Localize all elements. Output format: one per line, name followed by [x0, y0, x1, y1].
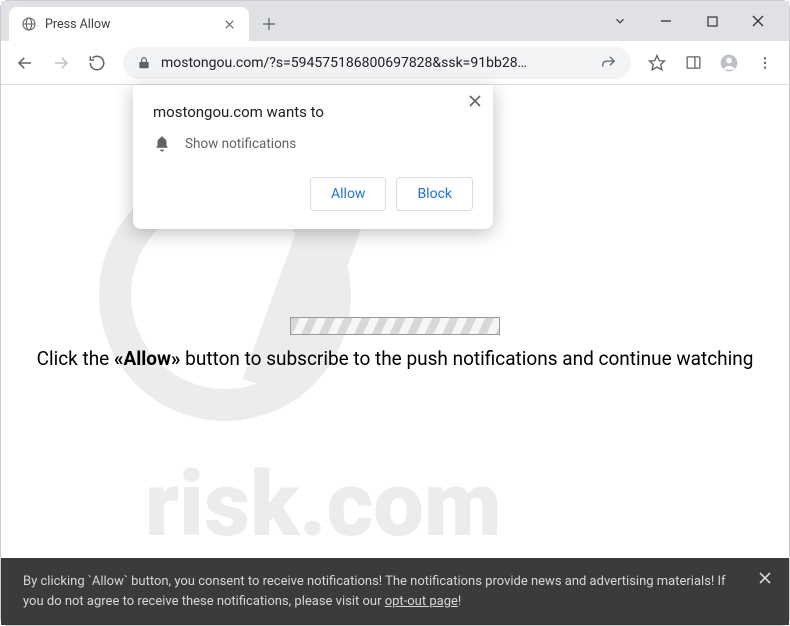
consent-text: By clicking `Allow` button, you consent … [23, 574, 726, 609]
consent-text-2: ! [458, 594, 461, 609]
window-dropdown-button[interactable] [597, 5, 643, 37]
lock-icon [137, 56, 151, 70]
bookmark-button[interactable] [641, 47, 673, 79]
new-tab-button[interactable] [255, 10, 283, 38]
block-button[interactable]: Block [396, 177, 473, 211]
svg-text:risk.com: risk.com [145, 452, 501, 555]
browser-toolbar: mostongou.com/?s=594575186800697828&ssk=… [1, 41, 789, 85]
share-icon[interactable] [600, 54, 617, 71]
main-message: Click the «Allow» button to subscribe to… [1, 347, 789, 371]
profile-button[interactable] [713, 47, 745, 79]
reload-button[interactable] [81, 47, 113, 79]
window-minimize-button[interactable] [643, 5, 689, 37]
permission-row: Show notifications [153, 135, 473, 153]
tab-title: Press Allow [45, 17, 213, 32]
permission-dialog: mostongou.com wants to Show notification… [133, 85, 493, 229]
side-panel-button[interactable] [677, 47, 709, 79]
permission-close-button[interactable] [469, 95, 481, 107]
browser-tab[interactable]: Press Allow [9, 7, 249, 41]
msg-suffix: button to subscribe to the push notifica… [180, 347, 753, 370]
globe-icon [21, 16, 37, 32]
allow-button[interactable]: Allow [310, 177, 386, 211]
forward-button[interactable] [45, 47, 77, 79]
permission-title: mostongou.com wants to [153, 103, 473, 121]
tab-close-button[interactable] [221, 16, 237, 32]
consent-bar: By clicking `Allow` button, you consent … [1, 558, 789, 625]
opt-out-link[interactable]: opt-out page [385, 594, 458, 609]
msg-prefix: Click the [37, 347, 114, 370]
window-close-button[interactable] [735, 5, 781, 37]
permission-buttons: Allow Block [153, 177, 473, 211]
back-button[interactable] [9, 47, 41, 79]
loading-bar [290, 317, 500, 335]
consent-close-button[interactable] [759, 572, 771, 584]
bell-icon [153, 135, 171, 153]
window-controls [597, 1, 789, 41]
menu-button[interactable] [749, 47, 781, 79]
permission-row-label: Show notifications [185, 136, 296, 152]
address-bar[interactable]: mostongou.com/?s=594575186800697828&ssk=… [123, 47, 631, 79]
window-maximize-button[interactable] [689, 5, 735, 37]
msg-strong: «Allow» [114, 347, 181, 370]
url-text: mostongou.com/?s=594575186800697828&ssk=… [161, 55, 590, 71]
